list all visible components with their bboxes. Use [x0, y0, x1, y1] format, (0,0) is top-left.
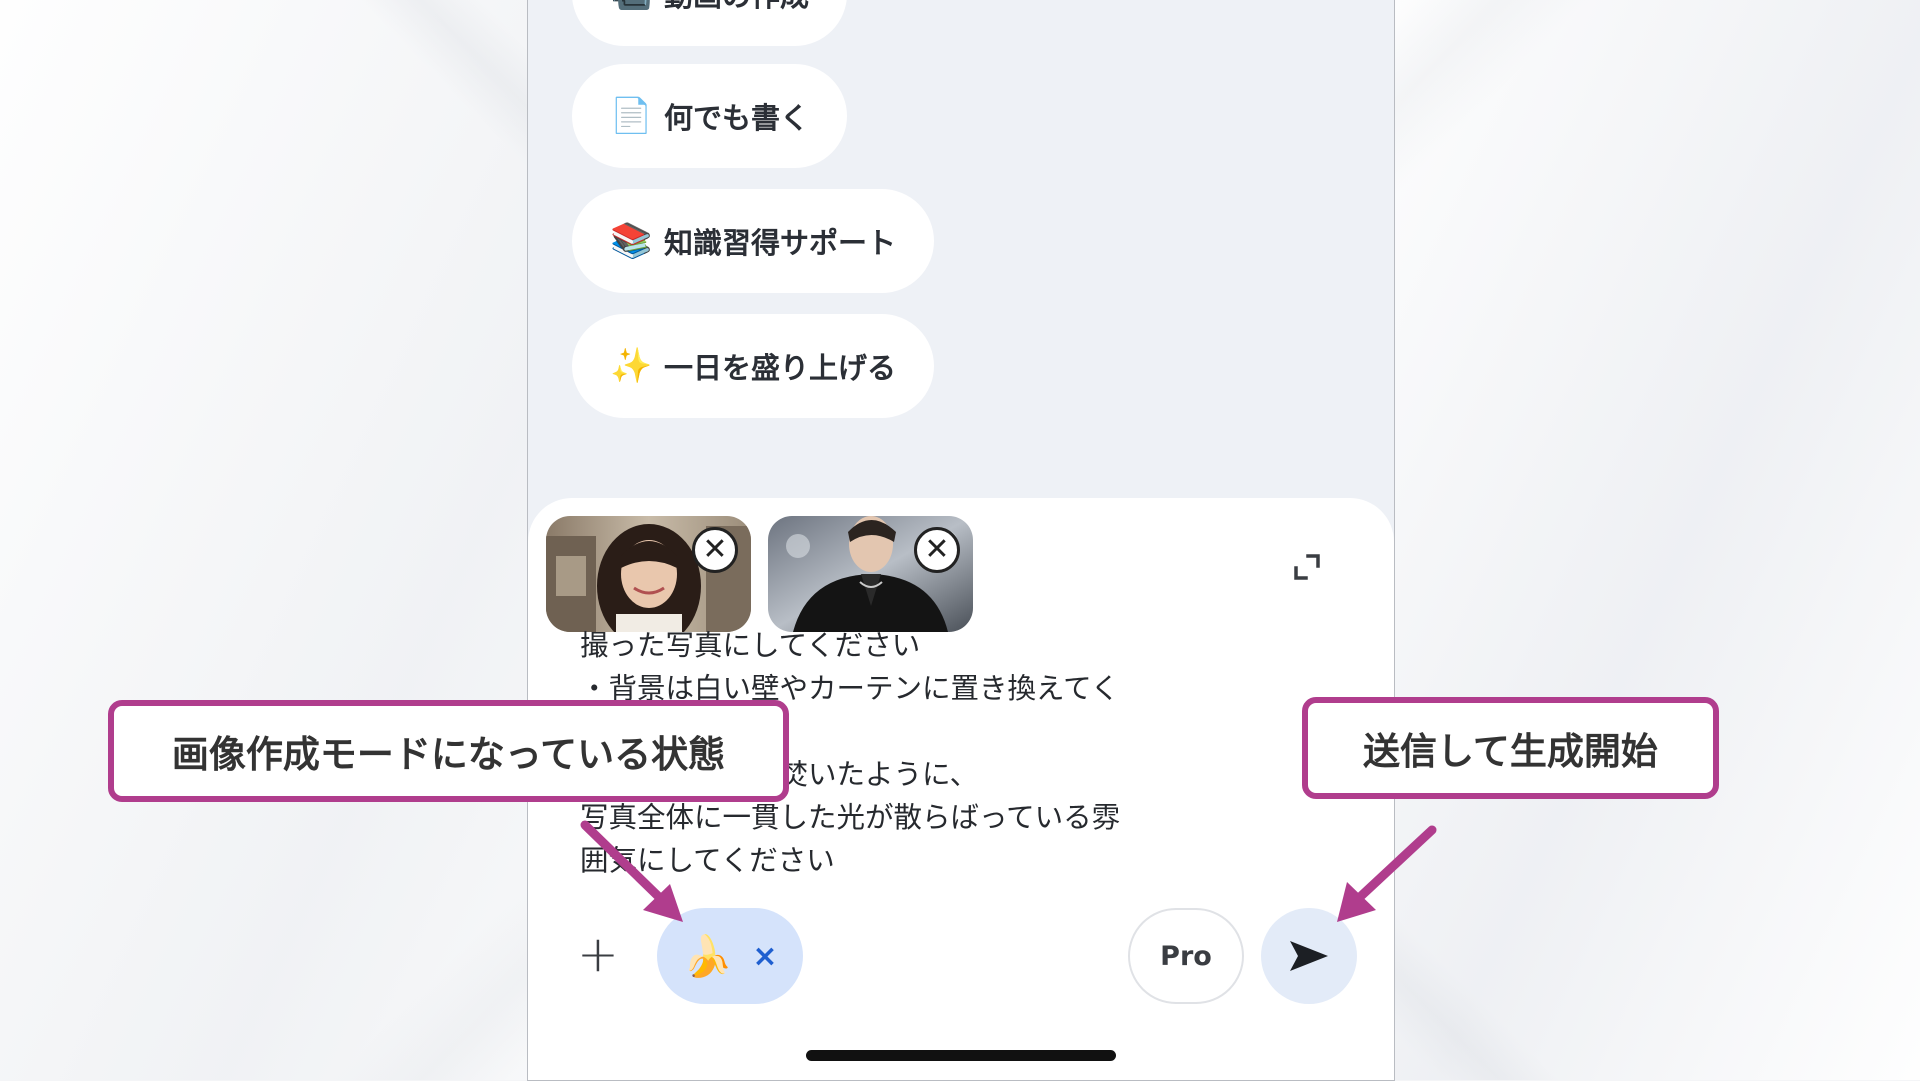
books-icon: 📚 — [610, 221, 653, 261]
suggestion-create-video[interactable]: 📹 動画の作成 — [572, 0, 848, 46]
attachment-thumbnail-woman[interactable]: ✕ — [546, 516, 751, 632]
send-button[interactable] — [1261, 908, 1357, 1004]
banana-icon: 🍌 — [682, 933, 733, 980]
sparkles-icon: ✨ — [610, 346, 653, 386]
expand-icon[interactable] — [1290, 550, 1324, 584]
home-indicator — [806, 1050, 1116, 1061]
callout-image-mode: 画像作成モードになっている状態 — [108, 700, 789, 802]
callout-text: 送信して生成開始 — [1363, 730, 1658, 773]
remove-attachment-button[interactable]: ✕ — [914, 527, 960, 573]
page-icon: 📄 — [610, 96, 653, 136]
suggestion-label: 知識習得サポート — [664, 226, 897, 260]
send-icon — [1290, 941, 1328, 971]
suggestion-write-anything[interactable]: 📄 何でも書く — [572, 64, 848, 168]
suggestion-label: 一日を盛り上げる — [664, 351, 897, 385]
callout-send: 送信して生成開始 — [1302, 697, 1719, 799]
suggestion-label: 動画の作成 — [664, 0, 809, 15]
suggestion-brighten-day[interactable]: ✨ 一日を盛り上げる — [572, 314, 935, 418]
add-attachment-button[interactable]: + — [570, 926, 626, 982]
attachment-thumbnail-man[interactable]: ✕ — [768, 516, 973, 632]
suggestion-label: 何でも書く — [664, 101, 810, 135]
close-icon[interactable]: × — [752, 939, 777, 974]
plus-icon: + — [577, 925, 619, 983]
video-camera-icon: 📹 — [610, 0, 652, 14]
image-mode-chip[interactable]: 🍌 × — [657, 908, 803, 1004]
remove-attachment-button[interactable]: ✕ — [692, 527, 738, 573]
suggestion-learning-support[interactable]: 📚 知識習得サポート — [572, 189, 935, 293]
prompt-line: 囲気にしてください — [580, 844, 835, 877]
prompt-line: 写真全体に一貫した光が散らばっている雰 — [580, 801, 1121, 834]
model-pro-button[interactable]: Pro — [1128, 908, 1244, 1004]
callout-text: 画像作成モードになっている状態 — [171, 733, 726, 776]
prompt-line: 撮った写真にしてください — [580, 629, 921, 662]
phone-screen: 📹 動画の作成 📄 何でも書く 📚 知識習得サポート ✨ 一日を盛り上げる — [527, 0, 1395, 1081]
